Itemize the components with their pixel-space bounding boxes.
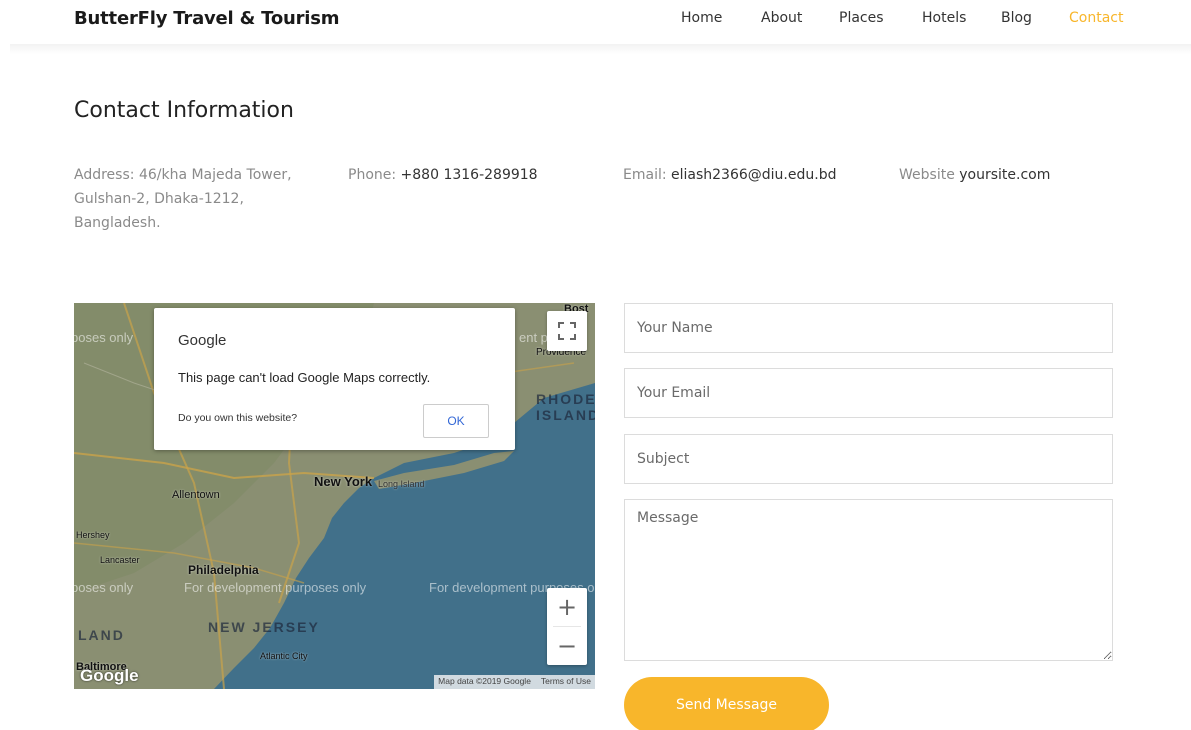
map-label-philadelphia: Philadelphia: [188, 563, 259, 577]
contact-phone: Phone: +880 1316-289918: [348, 163, 538, 187]
map-label-land: LAND: [78, 627, 125, 643]
website-value[interactable]: yoursite.com: [959, 167, 1050, 183]
maps-error-dialog: Google This page can't load Google Maps …: [154, 308, 515, 450]
contact-address: Address: 46/kha Majeda Tower, Gulshan-2,…: [74, 163, 334, 235]
fullscreen-icon: [558, 322, 576, 340]
map-terms-link[interactable]: Terms of Use: [541, 676, 591, 686]
main-nav: Home About Places Hotels Blog Contact: [0, 10, 1191, 30]
contact-email: Email: eliash2366@diu.edu.bd: [623, 163, 836, 187]
map-zoom-control: + −: [547, 588, 587, 665]
website-label: Website: [899, 167, 955, 183]
email-value[interactable]: eliash2366@diu.edu.bd: [671, 167, 836, 183]
map-fullscreen-button[interactable]: [547, 311, 587, 351]
map-label-lancaster: Lancaster: [100, 555, 140, 565]
message-textarea[interactable]: [624, 499, 1113, 661]
google-map[interactable]: poses only ent p poses only For developm…: [74, 303, 595, 689]
dialog-google-wordmark: Google: [178, 332, 227, 349]
send-message-button[interactable]: Send Message: [624, 677, 829, 730]
map-label-hershey: Hershey: [76, 530, 110, 540]
map-label-atlantic-city: Atlantic City: [260, 651, 308, 661]
nav-places[interactable]: Places: [839, 10, 884, 26]
address-line-1: 46/kha Majeda Tower,: [138, 167, 292, 183]
map-label-rhode: RHODE: [536, 391, 595, 407]
phone-label: Phone:: [348, 167, 397, 183]
map-label-new-jersey: NEW JERSEY: [208, 619, 320, 635]
subject-input[interactable]: [624, 434, 1113, 484]
email-label: Email:: [623, 167, 667, 183]
dialog-own-website-link[interactable]: Do you own this website?: [178, 412, 297, 424]
map-watermark-top-right: ent p: [519, 330, 548, 345]
site-header: ButterFly Travel & Tourism Home About Pl…: [0, 0, 1191, 44]
header-shadow: [10, 44, 1191, 54]
nav-hotels[interactable]: Hotels: [922, 10, 966, 26]
name-input[interactable]: [624, 303, 1113, 353]
dialog-ok-button[interactable]: OK: [423, 404, 489, 438]
map-label-allentown: Allentown: [172, 489, 220, 501]
dialog-message: This page can't load Google Maps correct…: [178, 370, 431, 385]
map-label-island: ISLAND: [536, 407, 595, 423]
nav-contact[interactable]: Contact: [1069, 10, 1123, 26]
map-label-long-island: Long Island: [378, 479, 425, 489]
address-line-2: Gulshan-2, Dhaka-1212,: [74, 191, 244, 207]
map-watermark-bottom-center: For development purposes only: [184, 580, 367, 595]
nav-home[interactable]: Home: [681, 10, 722, 26]
email-input[interactable]: [624, 368, 1113, 418]
map-watermark-bottom-left: poses only: [74, 580, 134, 595]
address-line-3: Bangladesh.: [74, 215, 161, 231]
google-logo[interactable]: Google: [80, 666, 139, 686]
phone-value[interactable]: +880 1316-289918: [401, 167, 538, 183]
map-attribution: Map data ©2019 Google Terms of Use: [434, 675, 595, 689]
page-title: Contact Information: [74, 98, 294, 123]
map-label-new-york: New York: [314, 474, 373, 489]
map-watermark-top-left: poses only: [74, 330, 134, 345]
contact-website: Website yoursite.com: [899, 163, 1050, 187]
address-label: Address:: [74, 167, 135, 183]
nav-about[interactable]: About: [761, 10, 802, 26]
zoom-out-button[interactable]: −: [547, 627, 587, 665]
map-data-credit: Map data ©2019 Google: [438, 676, 531, 686]
zoom-in-button[interactable]: +: [547, 588, 587, 626]
nav-blog[interactable]: Blog: [1001, 10, 1032, 26]
